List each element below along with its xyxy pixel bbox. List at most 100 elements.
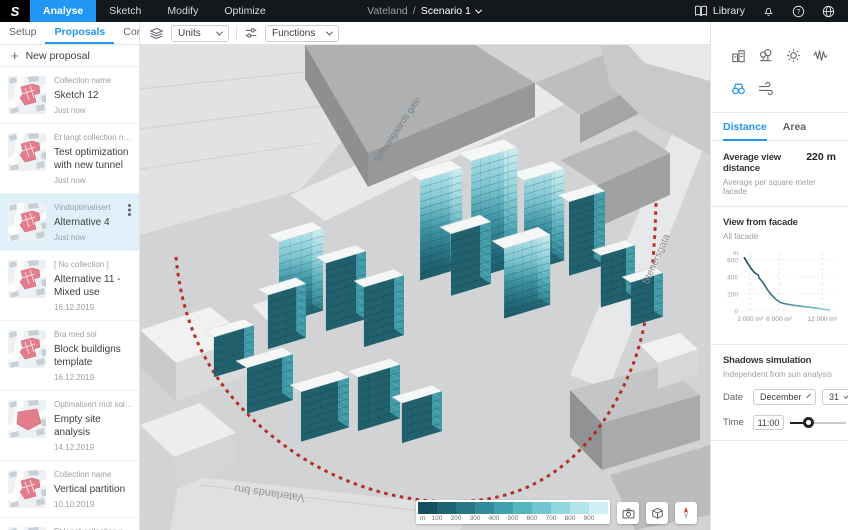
nav-tab-optimize[interactable]: Optimize xyxy=(211,0,278,22)
proposal-collection-label: Optimalisert mot sol og... xyxy=(54,400,133,409)
wind-tool-icon[interactable] xyxy=(752,80,779,97)
brand-logo[interactable]: S xyxy=(0,0,30,22)
units-label: Units xyxy=(178,28,201,39)
metric-value: 220 m xyxy=(806,151,836,163)
units-dropdown[interactable]: Units xyxy=(171,25,229,42)
proposal-list-item[interactable]: Vindoptimalisert Alternative 4 Just now xyxy=(0,194,139,251)
proposal-list-item[interactable]: Et langt collection navn... Test optimiz… xyxy=(0,518,139,530)
proposal-menu-button[interactable] xyxy=(128,204,131,207)
3d-viewport-scene[interactable]: Schweigaards gate Stenersgata Vaterlands… xyxy=(140,45,710,530)
shadows-simulation-section: Shadows simulation Independent from sun … xyxy=(711,345,848,441)
proposal-date: 10.10.2019 xyxy=(54,500,133,509)
breadcrumb: Vateland / Scenario 1 xyxy=(367,0,481,22)
proposal-collection-label: Bra med sol xyxy=(54,330,133,339)
proposal-list-item[interactable]: Collection name Vertical partition 10.10… xyxy=(0,461,139,518)
notifications-button[interactable] xyxy=(762,4,775,18)
proposal-collection-label: Et langt collection navn... xyxy=(54,133,133,142)
tab-distance[interactable]: Distance xyxy=(723,121,767,141)
screenshot-button[interactable] xyxy=(617,502,639,524)
nav-tab-modify[interactable]: Modify xyxy=(154,0,211,22)
proposal-title: Alternative 4 xyxy=(54,216,133,229)
proposal-list-item[interactable]: Et langt collection navn... Test optimiz… xyxy=(0,124,139,194)
tab-area[interactable]: Area xyxy=(783,121,806,141)
proposal-thumbnail xyxy=(8,133,46,171)
help-button[interactable]: ? xyxy=(792,5,805,18)
proposal-title: Vertical partition xyxy=(54,483,133,496)
proposal-meta: Vindoptimalisert Alternative 4 Just now xyxy=(54,203,133,242)
topbar-actions: Library ? xyxy=(694,0,848,22)
month-dropdown[interactable]: December xyxy=(753,389,816,405)
viewport-overlay-controls: m100200300400500600700800900 xyxy=(416,500,697,524)
proposal-meta: Optimalisert mot sol og... Empty site an… xyxy=(54,400,133,452)
proposal-date: 14.12.2019 xyxy=(54,443,133,452)
breadcrumb-project[interactable]: Vateland xyxy=(367,0,408,22)
proposal-date: Just now xyxy=(54,176,133,185)
proposal-thumbnail xyxy=(8,260,46,298)
book-icon xyxy=(694,5,708,17)
chevron-down-icon xyxy=(216,28,223,35)
chevron-down-icon xyxy=(806,393,811,398)
tab-setup[interactable]: Setup xyxy=(0,22,45,44)
proposal-list-item[interactable]: Collection name Sketch 12 Just now xyxy=(0,67,139,124)
proposal-list-item[interactable]: Optimalisert mot sol og... Empty site an… xyxy=(0,391,139,461)
proposal-meta: Bra med sol Block buildigns template 16.… xyxy=(54,330,133,382)
chevron-down-icon xyxy=(326,28,333,35)
svg-text:2 000 m²: 2 000 m² xyxy=(737,316,763,323)
proposal-list: Collection name Sketch 12 Just now xyxy=(0,67,139,530)
view-mode-button[interactable] xyxy=(646,502,668,524)
proposal-collection-label: Collection name xyxy=(54,76,133,85)
nav-tab-analyse[interactable]: Analyse xyxy=(30,0,96,22)
average-view-distance-section: Average view distance 220 m Average per … xyxy=(711,141,848,207)
time-slider[interactable] xyxy=(790,416,846,430)
chart-subtitle: All facade xyxy=(723,232,836,241)
month-value: December xyxy=(760,392,802,402)
left-panel-tabs: Setup Proposals Context xyxy=(0,22,139,45)
cube-icon xyxy=(650,506,665,521)
svg-text:400: 400 xyxy=(727,274,738,281)
proposal-thumbnail xyxy=(8,203,46,241)
buildings-tool-icon[interactable] xyxy=(725,47,752,64)
language-button[interactable] xyxy=(822,5,835,18)
day-dropdown[interactable]: 31 xyxy=(822,389,848,405)
proposal-meta: Et langt collection navn... Test optimiz… xyxy=(54,133,133,185)
proposal-title: Sketch 12 xyxy=(54,89,133,102)
svg-text:0: 0 xyxy=(734,309,738,316)
views-tool-icon[interactable] xyxy=(725,80,752,97)
time-slider-knob[interactable] xyxy=(803,417,814,428)
proposal-meta: Collection name Vertical partition 10.10… xyxy=(54,470,133,509)
scenario-label: Scenario 1 xyxy=(421,0,471,22)
tab-proposals[interactable]: Proposals xyxy=(45,22,114,44)
scenario-dropdown[interactable]: Scenario 1 xyxy=(421,0,481,22)
svg-text:600: 600 xyxy=(727,257,738,264)
compass-button[interactable] xyxy=(675,502,697,524)
proposal-thumbnail xyxy=(8,76,46,114)
svg-text:6 000 m²: 6 000 m² xyxy=(766,316,792,323)
nav-tab-sketch[interactable]: Sketch xyxy=(96,0,154,22)
proposal-date: 16.12.2019 xyxy=(54,303,133,312)
sun-tool-icon[interactable] xyxy=(780,47,807,64)
time-input[interactable] xyxy=(753,415,784,430)
compass-icon xyxy=(679,505,693,521)
library-button[interactable]: Library xyxy=(694,5,745,17)
top-bar: S Analyse Sketch Modify Optimize Vatelan… xyxy=(0,0,848,22)
proposal-thumbnail xyxy=(8,400,46,438)
filters-icon[interactable] xyxy=(244,26,258,40)
proposal-list-item[interactable]: Bra med sol Block buildigns template 16.… xyxy=(0,321,139,391)
date-label: Date xyxy=(723,392,747,403)
noise-tool-icon[interactable] xyxy=(807,47,834,64)
proposal-collection-label: Vindoptimalisert xyxy=(54,203,133,212)
breadcrumb-divider: / xyxy=(413,0,416,22)
proposal-list-item[interactable]: [ No collection ] Alternative 11 - Mixed… xyxy=(0,251,139,321)
3d-viewport[interactable]: Schweigaards gate Stenersgata Vaterlands… xyxy=(140,45,710,530)
analysis-tool-icons xyxy=(711,22,848,113)
help-icon: ? xyxy=(792,5,805,18)
proposal-title: Empty site analysis xyxy=(54,413,133,439)
functions-dropdown[interactable]: Functions xyxy=(265,25,339,42)
new-proposal-button[interactable]: + New proposal xyxy=(0,45,139,67)
library-label: Library xyxy=(713,5,745,17)
proposal-meta: [ No collection ] Alternative 11 - Mixed… xyxy=(54,260,133,312)
layers-icon[interactable] xyxy=(149,26,164,41)
proposal-collection-label: [ No collection ] xyxy=(54,260,133,269)
analysis-panel: Distance Area Average view distance 220 … xyxy=(710,22,848,530)
vegetation-tool-icon[interactable] xyxy=(752,47,779,64)
